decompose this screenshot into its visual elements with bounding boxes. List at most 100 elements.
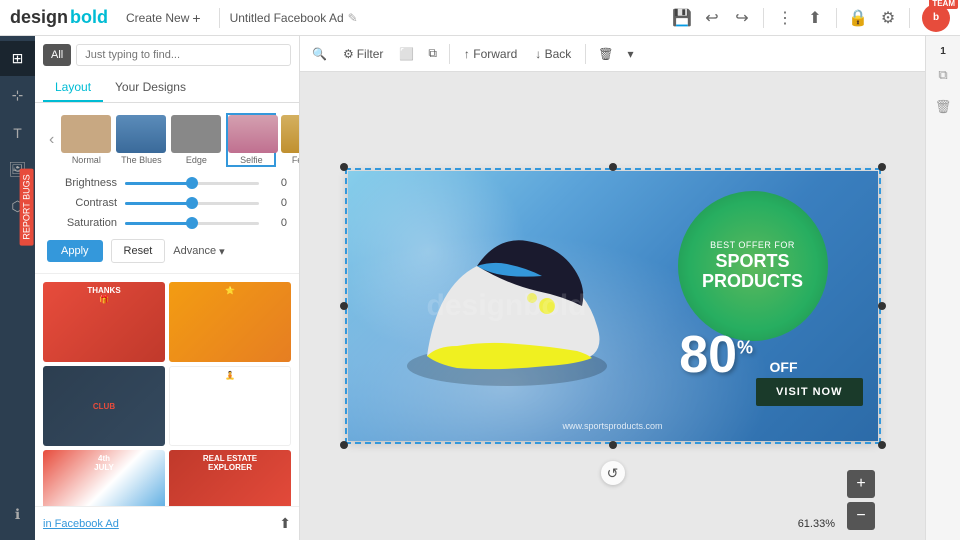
upload-icon[interactable]: ⬆: [806, 9, 824, 27]
right-panel: 1 ⧉ 🗑: [925, 36, 960, 540]
duplicate-button[interactable]: ⧉: [424, 42, 441, 65]
logo: designbold: [10, 7, 108, 28]
watermark: designbold: [427, 289, 587, 323]
template-item[interactable]: 🧘: [169, 366, 291, 446]
brightness-row: Brightness 0: [47, 177, 287, 189]
template-item[interactable]: THANKS🎁: [43, 282, 165, 362]
handle-top-right[interactable]: [878, 163, 886, 171]
discount-value: 80%: [679, 326, 767, 384]
handle-middle-right[interactable]: [878, 302, 886, 310]
topbar: designbold Create New + Untitled Faceboo…: [0, 0, 960, 36]
undo-icon[interactable]: ↩: [703, 9, 721, 27]
sidebar: All Layout Your Designs ‹ Normal The Blu…: [35, 36, 300, 540]
copy-page-icon[interactable]: ⧉: [929, 61, 957, 89]
left-panel: ⊞ ⊹ T 🖼 ⬡ REPORT BUGS ℹ: [0, 36, 35, 540]
template-item[interactable]: 4thJULY: [43, 450, 165, 506]
separator: [585, 44, 586, 64]
topbar-icons: 💾 ↩ ↪ ⋮ ⬆ 🔒 ⚙ b TEAM: [673, 4, 950, 32]
report-bugs-label[interactable]: REPORT BUGS: [19, 168, 33, 245]
separator: [909, 8, 910, 28]
info-icon[interactable]: ℹ: [0, 497, 35, 532]
filter-thumbnails: ‹ Normal The Blues Edge Selfie: [47, 113, 287, 167]
search-canvas-button[interactable]: 🔍: [308, 43, 331, 65]
elements-icon[interactable]: ⊞: [0, 41, 35, 76]
shape-icon[interactable]: ⬡ REPORT BUGS: [0, 189, 35, 224]
reset-button[interactable]: Reset: [111, 239, 166, 263]
template-grid: THANKS🎁 ⭐ CLUB 🧘 4thJULY REAL ESTATEEXPL…: [35, 274, 299, 506]
contrast-slider[interactable]: [125, 202, 259, 205]
canvas[interactable]: BEST OFFER FOR SPORTS PRODUCTS 80% OFF V…: [348, 171, 878, 441]
sidebar-tabs: Layout Your Designs: [35, 74, 299, 103]
upload-bottom-icon[interactable]: ⬆: [279, 515, 291, 532]
filter-panel: ‹ Normal The Blues Edge Selfie: [35, 103, 299, 274]
search-input[interactable]: [76, 44, 291, 66]
zoom-in-button[interactable]: +: [847, 470, 875, 498]
share-icon[interactable]: ⋮: [776, 9, 794, 27]
filter-actions: Apply Reset Advance ▾: [47, 239, 287, 263]
filter-canvas-button[interactable]: ⚙ Filter: [337, 44, 389, 64]
forward-button[interactable]: ↑ Forward: [458, 44, 523, 64]
avatar[interactable]: b TEAM: [922, 4, 950, 32]
filter-festive[interactable]: Festive: [281, 115, 300, 165]
zoom-level: 61.33%: [798, 518, 835, 530]
create-new-button[interactable]: Create New +: [118, 6, 209, 30]
redo-icon[interactable]: ↪: [733, 9, 751, 27]
contrast-label: Contrast: [47, 197, 117, 209]
best-offer-text: BEST OFFER FOR: [710, 240, 795, 250]
team-badge: TEAM: [929, 0, 958, 9]
visit-now-button[interactable]: VISIT NOW: [756, 378, 862, 406]
green-circle: BEST OFFER FOR SPORTS PRODUCTS: [678, 191, 828, 341]
separator: [449, 44, 450, 64]
handle-bottom-left[interactable]: [340, 441, 348, 449]
template-item[interactable]: ⭐: [169, 282, 291, 362]
crop-button[interactable]: ⬜: [395, 43, 418, 65]
contrast-row: Contrast 0: [47, 197, 287, 209]
discount-area: 80% OFF: [679, 329, 797, 381]
handle-bottom-middle[interactable]: [609, 441, 617, 449]
filter-normal[interactable]: Normal: [61, 115, 111, 165]
separator: [836, 8, 837, 28]
saturation-value: 0: [267, 217, 287, 229]
handle-top-left[interactable]: [340, 163, 348, 171]
settings-icon[interactable]: ⚙: [879, 9, 897, 27]
saturation-row: Saturation 0: [47, 217, 287, 229]
delete-page-icon[interactable]: 🗑: [929, 93, 957, 121]
ad-canvas: BEST OFFER FOR SPORTS PRODUCTS 80% OFF V…: [348, 171, 878, 441]
main-area: ⊞ ⊹ T 🖼 ⬡ REPORT BUGS ℹ All Layout Your …: [0, 36, 960, 540]
text-icon[interactable]: T: [0, 115, 35, 150]
apply-button[interactable]: Apply: [47, 240, 103, 262]
save-icon[interactable]: 💾: [673, 9, 691, 27]
delete-button[interactable]: 🗑: [594, 43, 617, 65]
handle-bottom-right[interactable]: [878, 441, 886, 449]
filter-blues[interactable]: The Blues: [116, 115, 166, 165]
filter-selfie[interactable]: Selfie: [226, 113, 276, 167]
handle-middle-left[interactable]: [340, 302, 348, 310]
saturation-label: Saturation: [47, 217, 117, 229]
brightness-value: 0: [267, 177, 287, 189]
brightness-label: Brightness: [47, 177, 117, 189]
separator: [219, 8, 220, 28]
separator: [763, 8, 764, 28]
off-text: OFF: [770, 359, 798, 375]
tab-your-designs[interactable]: Your Designs: [103, 74, 198, 102]
rotate-hint[interactable]: ↺: [601, 461, 625, 485]
brightness-slider[interactable]: [125, 182, 259, 185]
filter-edge[interactable]: Edge: [171, 115, 221, 165]
handle-top-middle[interactable]: [609, 163, 617, 171]
template-item[interactable]: REAL ESTATEEXPLORER: [169, 450, 291, 506]
search-all-button[interactable]: All: [43, 44, 71, 66]
back-button[interactable]: ↓ Back: [529, 44, 577, 64]
filter-prev-button[interactable]: ‹: [47, 131, 56, 149]
lock-icon[interactable]: 🔒: [849, 9, 867, 27]
more-button[interactable]: ▾: [624, 43, 638, 65]
in-facebook-ad-link[interactable]: in Facebook Ad: [43, 518, 119, 530]
advance-button[interactable]: Advance ▾: [173, 245, 224, 258]
canvas-wrapper: BEST OFFER FOR SPORTS PRODUCTS 80% OFF V…: [300, 72, 925, 540]
tab-layout[interactable]: Layout: [43, 74, 103, 102]
saturation-slider[interactable]: [125, 222, 259, 225]
zoom-out-button[interactable]: −: [847, 502, 875, 530]
contrast-value: 0: [267, 197, 287, 209]
grid-icon[interactable]: ⊹: [0, 78, 35, 113]
sidebar-bottom: in Facebook Ad ⬆: [35, 506, 299, 540]
template-item[interactable]: CLUB: [43, 366, 165, 446]
